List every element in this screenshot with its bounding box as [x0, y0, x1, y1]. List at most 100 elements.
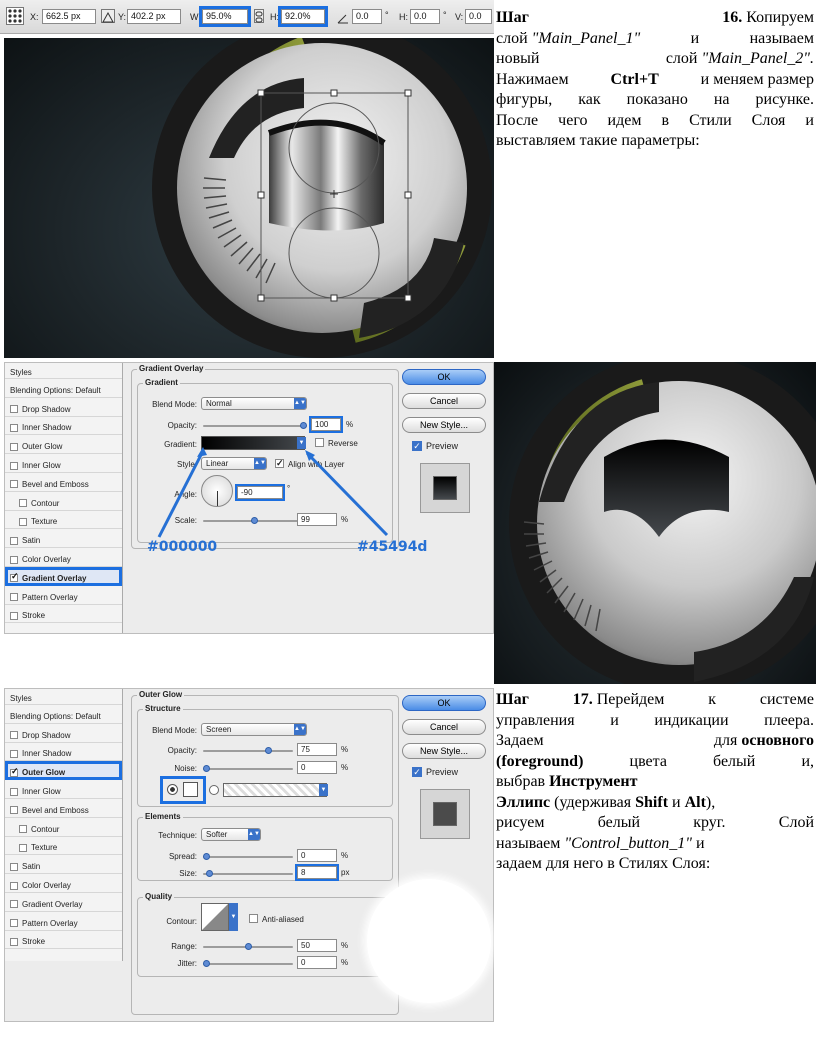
slider-knob[interactable]: [203, 960, 210, 967]
size-field[interactable]: 8: [295, 864, 339, 881]
angle-field[interactable]: 0.0: [352, 9, 382, 24]
styles-header[interactable]: Styles: [5, 689, 122, 705]
range-field[interactable]: 50: [297, 939, 337, 952]
checkbox[interactable]: [10, 881, 18, 890]
checkbox[interactable]: [10, 611, 18, 620]
styles-header[interactable]: Styles: [5, 363, 122, 379]
style-item[interactable]: Outer Glow: [5, 435, 122, 455]
link-icon[interactable]: [254, 9, 264, 23]
delta-icon[interactable]: [101, 9, 115, 23]
contour-preview[interactable]: [201, 903, 229, 931]
glow-gradient-swatch[interactable]: [223, 783, 327, 797]
new-style-button[interactable]: New Style...: [402, 743, 486, 759]
style-item[interactable]: Inner Shadow: [5, 743, 122, 762]
spread-field[interactable]: 0: [297, 849, 337, 862]
checkbox-checked[interactable]: [10, 571, 19, 583]
gradient-radio[interactable]: [209, 785, 219, 795]
style-item[interactable]: Satin: [5, 855, 122, 875]
style-item[interactable]: Stroke: [5, 931, 122, 950]
checkbox[interactable]: [10, 919, 18, 928]
checkbox[interactable]: [10, 593, 18, 602]
style-label: Stroke: [22, 937, 46, 947]
reference-point-icon[interactable]: [6, 7, 24, 25]
glow-color-swatch[interactable]: [183, 782, 198, 797]
style-item[interactable]: Color Overlay: [5, 874, 122, 893]
checkbox[interactable]: [10, 937, 18, 946]
gradient-dropdown-arrow[interactable]: ▼: [319, 784, 328, 796]
style-item[interactable]: Contour: [5, 818, 122, 837]
vskew-field[interactable]: 0.0: [465, 9, 492, 24]
cancel-button[interactable]: Cancel: [402, 393, 486, 409]
checkbox[interactable]: [10, 787, 18, 796]
checkbox[interactable]: [10, 806, 18, 815]
style-item[interactable]: Color Overlay: [5, 548, 122, 567]
gradient-overlay-dialog: Styles Blending Options: Default Drop Sh…: [4, 362, 494, 634]
contour-dropdown-arrow[interactable]: ▼: [229, 903, 238, 931]
style-item[interactable]: Stroke: [5, 605, 122, 624]
style-item[interactable]: Texture: [5, 511, 122, 530]
checkbox[interactable]: [10, 862, 18, 871]
style-item[interactable]: Pattern Overlay: [5, 912, 122, 931]
style-item-selected[interactable]: Outer Glow: [5, 761, 122, 781]
opacity-field[interactable]: 75: [297, 743, 337, 756]
checkbox[interactable]: [19, 843, 27, 852]
style-label: Pattern Overlay: [22, 592, 78, 602]
checkbox[interactable]: [19, 499, 27, 508]
style-item[interactable]: Bevel and Emboss: [5, 473, 122, 492]
preview-checkbox-checked[interactable]: ✓: [412, 767, 422, 777]
spread-slider[interactable]: [203, 853, 293, 860]
checkbox[interactable]: [10, 423, 18, 432]
y-field[interactable]: 402.2 px: [127, 9, 181, 24]
style-item[interactable]: Blending Options: Default: [5, 705, 122, 724]
style-item[interactable]: Texture: [5, 837, 122, 856]
style-item[interactable]: Drop Shadow: [5, 724, 122, 743]
jitter-field[interactable]: 0: [297, 956, 337, 969]
h-field[interactable]: 92.0%: [278, 6, 328, 27]
noise-field[interactable]: 0: [297, 761, 337, 774]
hskew-field[interactable]: 0.0: [410, 9, 440, 24]
slider-knob[interactable]: [203, 853, 210, 860]
jitter-slider[interactable]: [203, 960, 293, 967]
checkbox[interactable]: [10, 731, 18, 740]
checkbox-checked[interactable]: [10, 766, 19, 777]
slider-knob[interactable]: [203, 765, 210, 772]
opacity-slider[interactable]: [203, 747, 293, 754]
checkbox[interactable]: [10, 749, 18, 758]
ok-button[interactable]: OK: [402, 369, 486, 385]
style-item[interactable]: Bevel and Emboss: [5, 799, 122, 818]
noise-slider[interactable]: [203, 765, 293, 772]
checkbox[interactable]: [10, 461, 18, 470]
style-item[interactable]: Contour: [5, 492, 122, 511]
checkbox[interactable]: [10, 555, 18, 564]
style-item[interactable]: Pattern Overlay: [5, 586, 122, 605]
preview-checkbox-checked[interactable]: ✓: [412, 441, 422, 451]
style-item[interactable]: Blending Options: Default: [5, 379, 122, 398]
ok-button[interactable]: OK: [402, 695, 486, 711]
style-label: Contour: [31, 498, 60, 508]
technique-select[interactable]: Softer ▲▼: [201, 828, 261, 841]
slider-knob[interactable]: [244, 943, 252, 950]
checkbox[interactable]: [10, 442, 18, 451]
cancel-button[interactable]: Cancel: [402, 719, 486, 735]
style-item[interactable]: Inner Glow: [5, 780, 122, 799]
solid-color-radio[interactable]: [167, 784, 178, 795]
w-field[interactable]: 95.0%: [199, 6, 251, 27]
x-field[interactable]: 662.5 px: [42, 9, 96, 24]
checkbox[interactable]: [19, 517, 27, 526]
anti-aliased-checkbox[interactable]: [249, 914, 258, 923]
style-item[interactable]: Satin: [5, 529, 122, 549]
checkbox[interactable]: [10, 900, 18, 909]
style-item[interactable]: Inner Shadow: [5, 417, 122, 436]
checkbox[interactable]: [10, 536, 18, 545]
style-item[interactable]: Drop Shadow: [5, 398, 122, 417]
range-slider[interactable]: [203, 943, 293, 950]
checkbox[interactable]: [19, 825, 27, 834]
style-item-selected[interactable]: Gradient Overlay: [5, 566, 122, 586]
new-style-button[interactable]: New Style...: [402, 417, 486, 433]
size-slider[interactable]: [203, 870, 293, 877]
blend-mode-select[interactable]: Screen ▲▼: [201, 723, 307, 736]
style-item[interactable]: Inner Glow: [5, 454, 122, 473]
checkbox[interactable]: [10, 405, 18, 414]
style-item[interactable]: Gradient Overlay: [5, 893, 122, 912]
checkbox[interactable]: [10, 480, 18, 489]
